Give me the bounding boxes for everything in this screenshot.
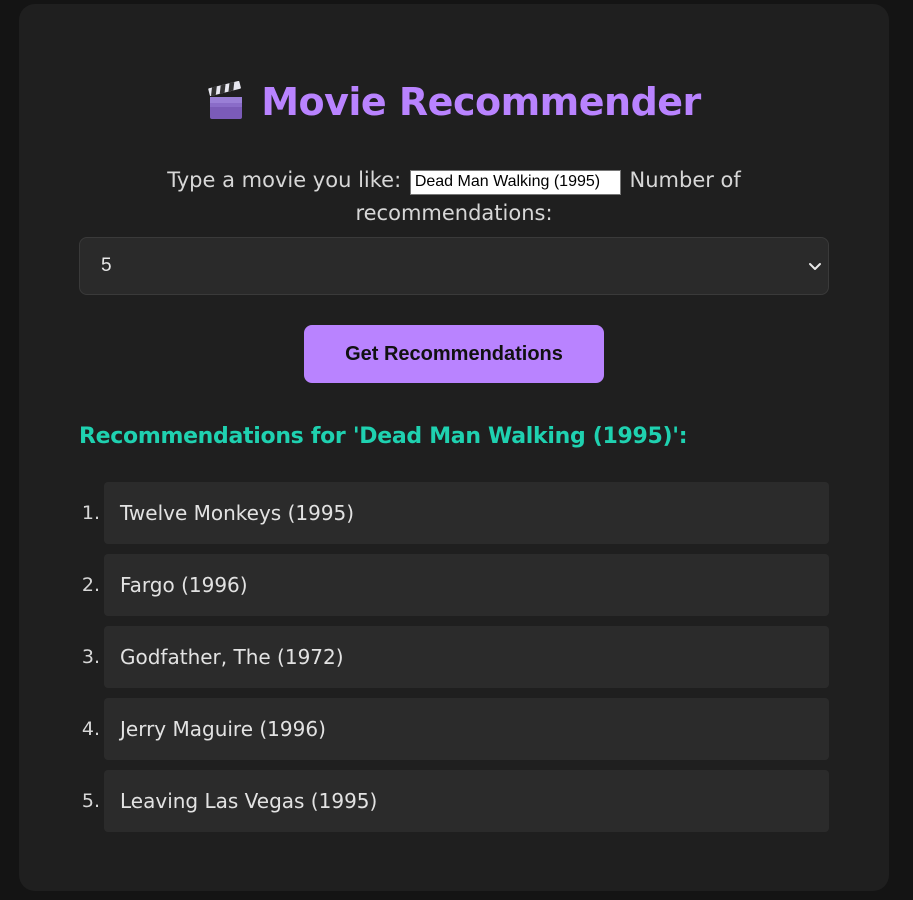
- page-title: Movie Recommender: [19, 80, 889, 124]
- list-item: 4. Jerry Maguire (1996): [79, 698, 829, 760]
- list-item-title: Jerry Maguire (1996): [104, 698, 829, 760]
- recommendations-heading: Recommendations for 'Dead Man Walking (1…: [79, 424, 688, 449]
- list-item-number: 5.: [81, 790, 100, 812]
- list-item: 2. Fargo (1996): [79, 554, 829, 616]
- chevron-down-icon: [809, 263, 821, 270]
- recommendation-count-select[interactable]: 5: [79, 237, 829, 295]
- page-title-text: Movie Recommender: [261, 80, 701, 124]
- list-item-number: 2.: [81, 574, 100, 596]
- recommendations-list: 1. Twelve Monkeys (1995) 2. Fargo (1996)…: [79, 482, 829, 842]
- list-item-number: 3.: [81, 646, 100, 668]
- list-item-number: 4.: [81, 718, 100, 740]
- movie-input-label: Type a movie you like:: [167, 168, 402, 192]
- list-item: 3. Godfather, The (1972): [79, 626, 829, 688]
- list-item-title: Godfather, The (1972): [104, 626, 829, 688]
- count-select-value: 5: [101, 255, 112, 276]
- movie-form: Type a movie you like: Number of recomme…: [79, 164, 829, 230]
- movie-input[interactable]: [409, 169, 621, 195]
- list-item-title: Leaving Las Vegas (1995): [104, 770, 829, 832]
- main-card: Movie Recommender Type a movie you like:…: [19, 4, 889, 891]
- list-item-title: Fargo (1996): [104, 554, 829, 616]
- clapperboard-icon: [208, 81, 243, 119]
- list-item: 1. Twelve Monkeys (1995): [79, 482, 829, 544]
- list-item-title: Twelve Monkeys (1995): [104, 482, 829, 544]
- list-item-number: 1.: [81, 502, 100, 524]
- list-item: 5. Leaving Las Vegas (1995): [79, 770, 829, 832]
- get-recommendations-button[interactable]: Get Recommendations: [304, 325, 604, 383]
